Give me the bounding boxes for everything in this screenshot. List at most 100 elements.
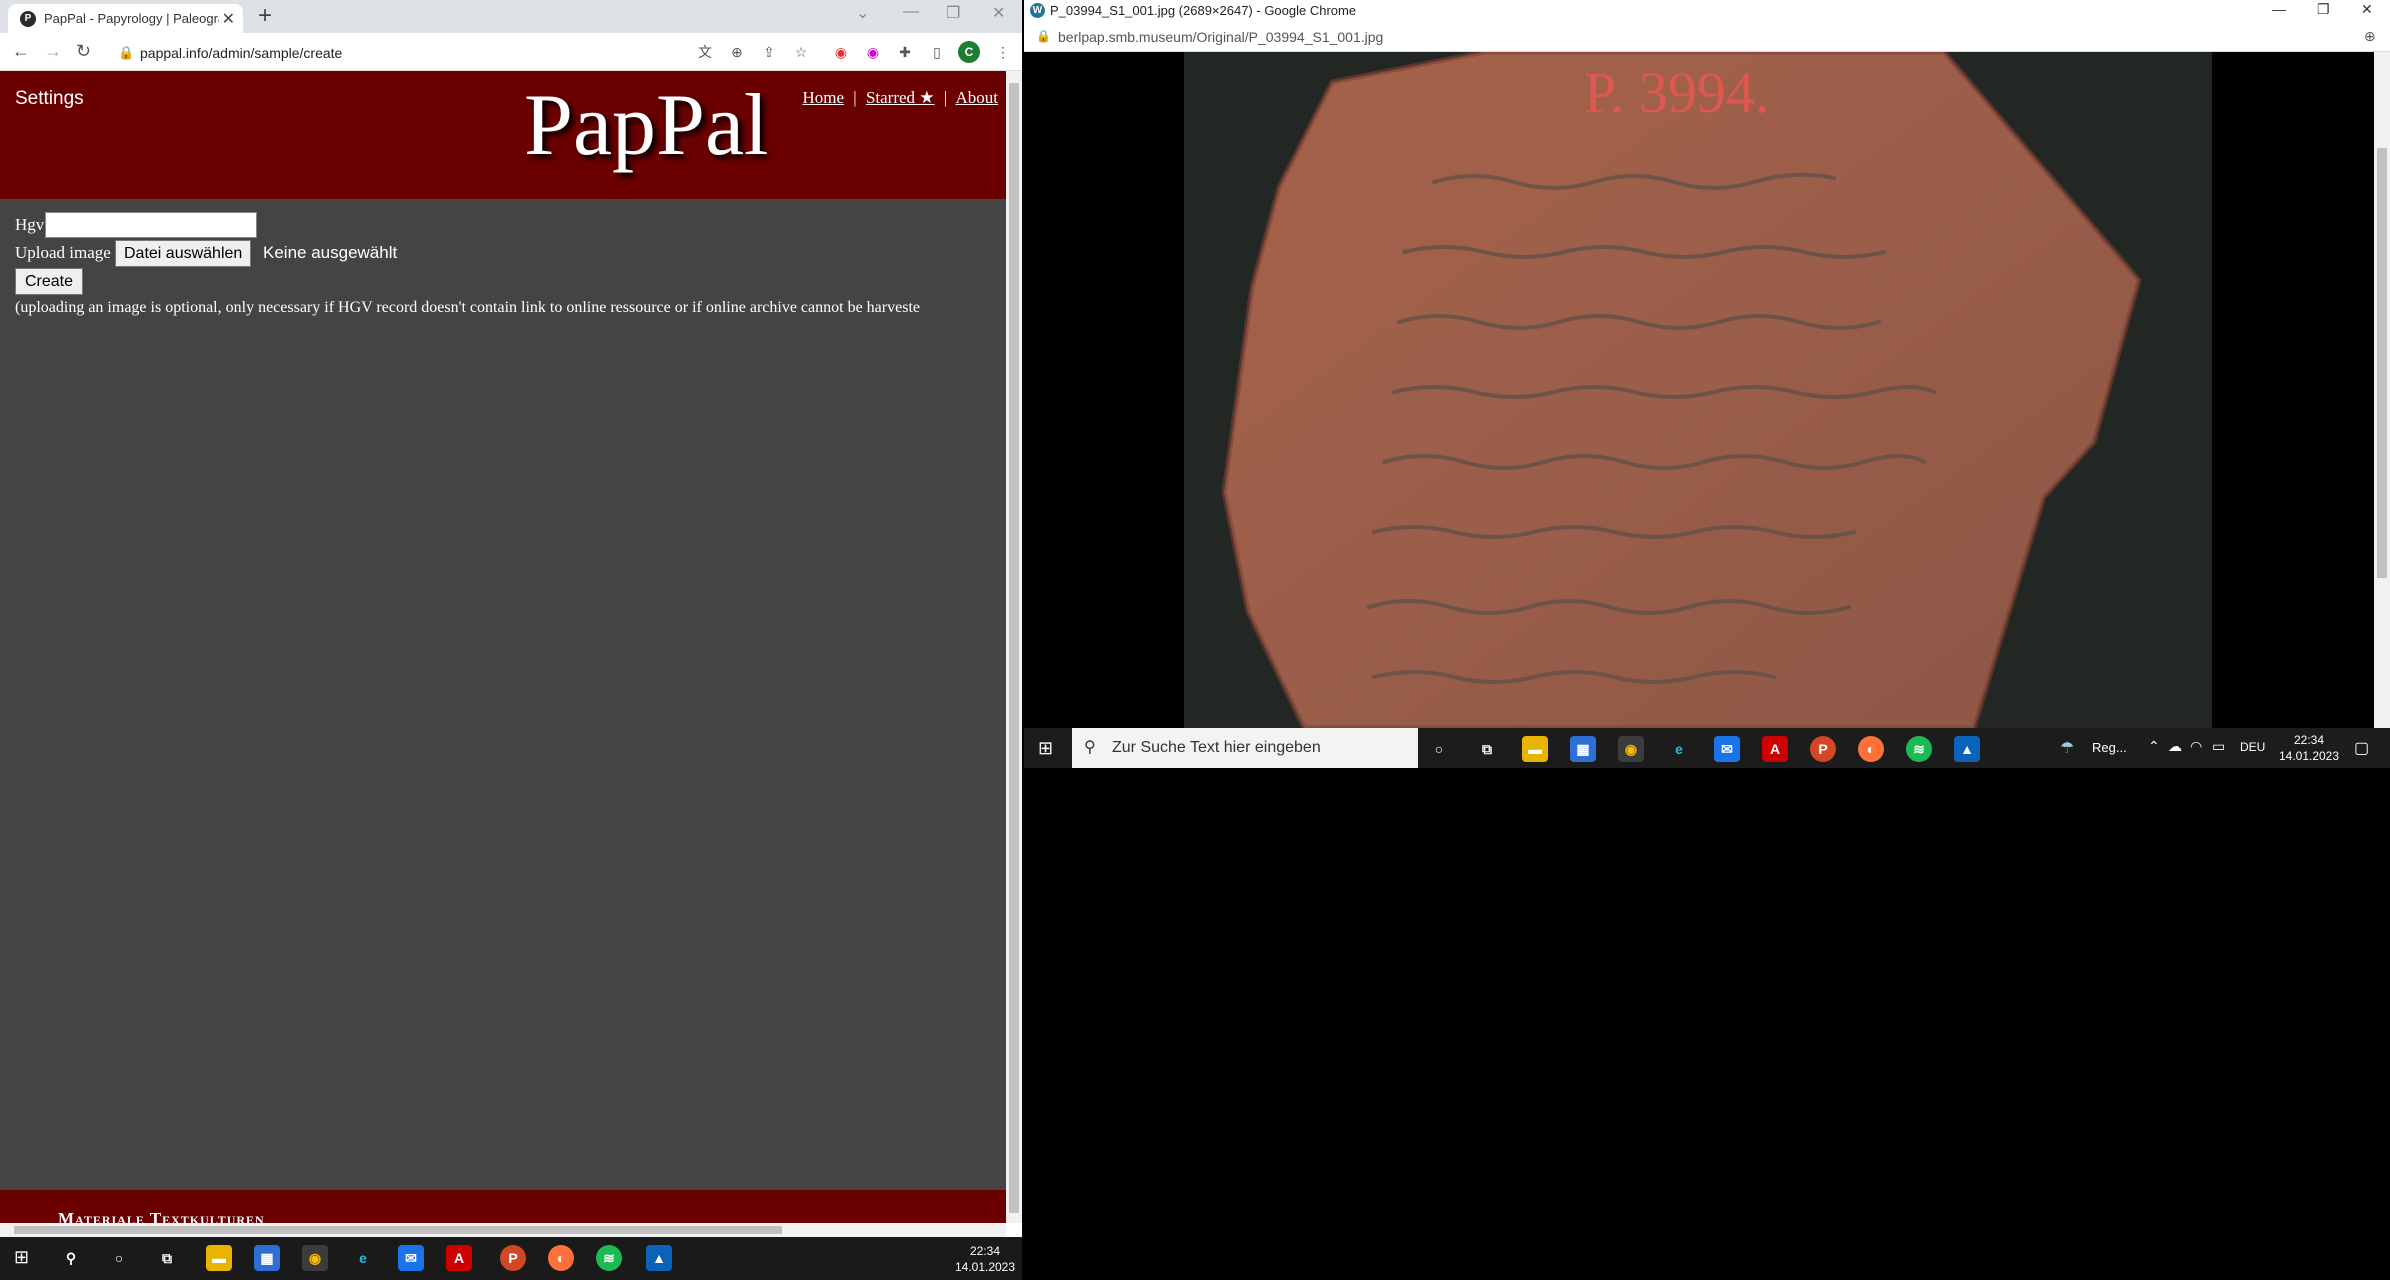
windows-start-icon[interactable]: ⊞ — [1038, 738, 1053, 759]
network-icon[interactable]: ☁ — [2168, 738, 2182, 755]
powerpoint-icon[interactable]: P — [500, 1245, 526, 1271]
powerpoint-icon[interactable]: P — [1810, 736, 1836, 762]
extension-icon[interactable]: ◉ — [830, 41, 852, 63]
choose-file-button[interactable]: Datei auswählen — [115, 240, 252, 267]
weather-text[interactable]: Reg... — [2092, 740, 2127, 755]
zoom-icon[interactable]: ⊕ — [2364, 28, 2376, 45]
address-bar[interactable]: pappal.info/admin/sample/create — [140, 41, 342, 65]
nav-home[interactable]: Home — [802, 88, 844, 107]
minimize-icon[interactable]: — — [2272, 1, 2286, 17]
spotify-icon[interactable]: ≋ — [596, 1245, 622, 1271]
nav-about[interactable]: About — [956, 88, 999, 107]
scroll-thumb[interactable] — [1009, 83, 1019, 1213]
file-explorer-icon[interactable]: ▬ — [1522, 736, 1548, 762]
forward-icon[interactable]: → — [44, 41, 62, 62]
vertical-scrollbar[interactable] — [2374, 52, 2390, 728]
task-view-icon[interactable]: ⧉ — [1474, 736, 1500, 762]
lock-icon: 🔒 — [1036, 29, 1051, 43]
ostracon-image: P. 3994. — [1184, 52, 2212, 728]
tab-pappal[interactable]: P PapPal - Papyrology | Paleograph ✕ — [8, 4, 243, 33]
firefox-icon[interactable]: ◐ — [548, 1245, 574, 1271]
upload-row: Upload image Datei auswählen Keine ausge… — [15, 240, 397, 267]
file-explorer-icon[interactable]: ▬ — [206, 1245, 232, 1271]
scroll-thumb[interactable] — [2377, 148, 2387, 578]
reload-icon[interactable]: ↻ — [76, 41, 91, 62]
search-box[interactable]: ⚲ Zur Suche Text hier eingeben — [1072, 728, 1418, 768]
clock[interactable]: 22:34 14.01.2023 — [950, 1243, 1020, 1275]
windows-start-icon[interactable]: ⊞ — [14, 1247, 29, 1268]
new-tab-button[interactable]: + — [258, 2, 272, 30]
store-icon[interactable]: ▦ — [1570, 736, 1596, 762]
notification-icon[interactable]: ▢ — [2354, 738, 2369, 758]
left-browser-window: P PapPal - Papyrology | Paleograph ✕ + ⌄… — [0, 0, 1022, 1237]
chrome-icon[interactable]: ◉ — [1618, 736, 1644, 762]
acrobat-icon[interactable]: A — [1762, 736, 1788, 762]
menu-icon[interactable]: ⋮ — [992, 41, 1014, 63]
scroll-thumb[interactable] — [14, 1226, 782, 1234]
edge-icon[interactable]: e — [1666, 736, 1692, 762]
right-browser-window: W P_03994_S1_001.jpg (2689×2647) - Googl… — [1024, 0, 2390, 728]
hgv-label: Hgv — [15, 215, 45, 234]
zoom-icon[interactable]: ⊕ — [726, 41, 748, 63]
mail-icon[interactable]: ✉ — [398, 1245, 424, 1271]
weather-icon[interactable]: ☂ — [2060, 738, 2074, 758]
task-view-icon[interactable]: ⧉ — [154, 1245, 180, 1271]
top-nav: Home | Starred ★ | About — [802, 88, 998, 108]
settings-link[interactable]: Settings — [15, 88, 84, 110]
upload-label: Upload image — [15, 243, 111, 262]
nav-separator: | — [943, 88, 948, 107]
search-icon[interactable]: ⚲ — [58, 1245, 84, 1271]
create-button[interactable]: Create — [15, 268, 84, 295]
clock-time: 22:34 — [2293, 733, 2325, 747]
close-window-icon[interactable]: ✕ — [992, 3, 1005, 23]
store-icon[interactable]: ▦ — [254, 1245, 280, 1271]
extensions-puzzle-icon[interactable]: ✚ — [894, 41, 916, 63]
edge-icon[interactable]: e — [350, 1245, 376, 1271]
favicon-icon: P — [20, 11, 36, 27]
side-panel-icon[interactable]: ▯ — [926, 41, 948, 63]
chrome-icon[interactable]: ◉ — [302, 1245, 328, 1271]
title-bar: W P_03994_S1_001.jpg (2689×2647) - Googl… — [1024, 0, 2390, 22]
battery-icon[interactable]: ▭ — [2212, 738, 2225, 755]
translate-icon[interactable]: 文 — [694, 41, 716, 63]
clock[interactable]: 22:34 14.01.2023 — [2274, 732, 2344, 764]
photos-icon[interactable]: ▲ — [646, 1245, 672, 1271]
profile-avatar[interactable]: C — [958, 41, 980, 63]
share-icon[interactable]: ⇪ — [758, 41, 780, 63]
wifi-icon[interactable]: ◠ — [2190, 738, 2202, 755]
no-file-text: Keine ausgewählt — [263, 243, 398, 262]
cortana-icon[interactable]: ○ — [1426, 736, 1452, 762]
search-placeholder: Zur Suche Text hier eingeben — [1112, 739, 1321, 756]
restore-icon[interactable]: ❐ — [946, 3, 960, 23]
hgv-input[interactable] — [45, 212, 257, 238]
site-logo: PapPal — [524, 77, 769, 174]
nav-separator: | — [853, 88, 857, 107]
vertical-scrollbar[interactable] — [1006, 71, 1022, 1223]
chevron-up-icon[interactable]: ⌃ — [2148, 738, 2160, 755]
restore-icon[interactable]: ❐ — [2317, 1, 2330, 18]
bookmark-star-icon[interactable]: ☆ — [790, 41, 812, 63]
taskbar-left: ⊞ ⚲ ○ ⧉ ▬ ▦ ◉ e ✉ A P ◐ ≋ ▲ 22:34 14.01.… — [0, 1237, 1022, 1280]
site-header: Settings PapPal Home | Starred ★ | About — [0, 71, 1006, 199]
search-icon: ⚲ — [1084, 739, 1096, 756]
nav-starred[interactable]: Starred ★ — [866, 88, 935, 107]
tab-search-icon[interactable]: ⌄ — [856, 3, 869, 23]
horizontal-scrollbar[interactable] — [0, 1223, 1006, 1237]
page-content: Settings PapPal Home | Starred ★ | About… — [0, 71, 1006, 1228]
tab-strip: P PapPal - Papyrology | Paleograph ✕ + ⌄… — [0, 0, 1022, 33]
acrobat-icon[interactable]: A — [446, 1245, 472, 1271]
minimize-icon[interactable]: — — [903, 3, 919, 21]
spotify-icon[interactable]: ≋ — [1906, 736, 1932, 762]
address-bar-row: 🔒 berlpap.smb.museum/Original/P_03994_S1… — [1024, 22, 2390, 52]
mail-icon[interactable]: ✉ — [1714, 736, 1740, 762]
tab-title: PapPal - Papyrology | Paleograph — [44, 11, 219, 26]
back-icon[interactable]: ← — [12, 41, 30, 62]
language-indicator[interactable]: DEU — [2240, 740, 2265, 754]
cortana-icon[interactable]: ○ — [106, 1245, 132, 1271]
firefox-icon[interactable]: ◐ — [1858, 736, 1884, 762]
address-bar[interactable]: berlpap.smb.museum/Original/P_03994_S1_0… — [1058, 29, 1383, 45]
photos-icon[interactable]: ▲ — [1954, 736, 1980, 762]
close-tab-icon[interactable]: ✕ — [222, 9, 235, 29]
close-window-icon[interactable]: ✕ — [2361, 1, 2373, 18]
extension-icon[interactable]: ◉ — [862, 41, 884, 63]
